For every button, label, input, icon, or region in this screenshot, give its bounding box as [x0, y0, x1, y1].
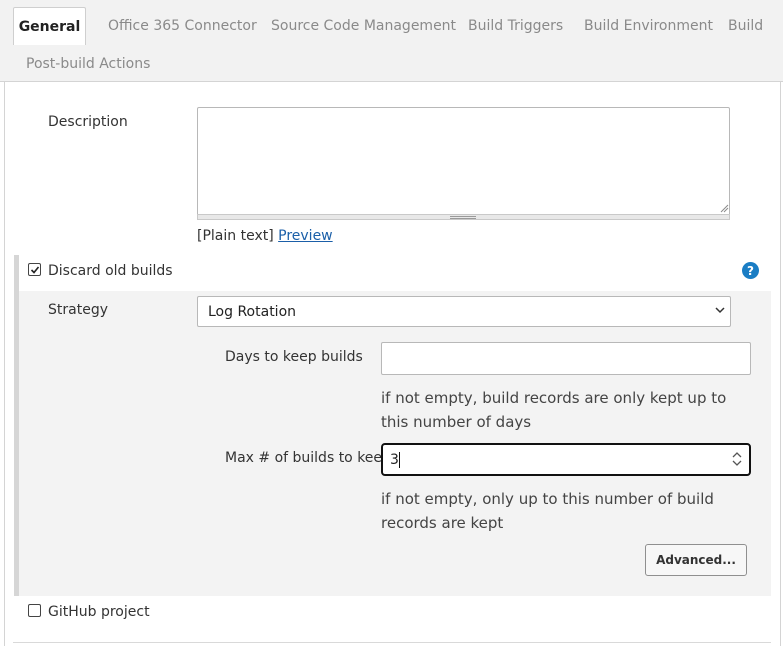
page-border-left: [4, 82, 5, 646]
tab-office-365-connector[interactable]: Office 365 Connector: [108, 17, 257, 35]
resize-corner-icon[interactable]: [719, 203, 729, 213]
github-project-label[interactable]: GitHub project: [48, 604, 150, 620]
question-circle-icon[interactable]: ?: [742, 262, 759, 279]
grip-icon: [450, 216, 476, 219]
strategy-select[interactable]: Log Rotation: [197, 296, 731, 327]
description-textarea[interactable]: [197, 107, 730, 219]
strategy-label: Strategy: [48, 302, 108, 318]
checkmark-icon: [30, 265, 39, 274]
tab-build[interactable]: Build: [728, 17, 763, 35]
tab-build-environment[interactable]: Build Environment: [584, 17, 713, 35]
spinner-arrows-icon[interactable]: [731, 449, 743, 469]
days-to-keep-hint: if not empty, build records are only kep…: [381, 389, 727, 431]
chevron-down-icon: [715, 307, 725, 314]
page-border-right: [780, 82, 781, 646]
max-builds-label: Max # of builds to keep: [225, 450, 391, 466]
discard-old-builds-label[interactable]: Discard old builds: [48, 263, 173, 279]
tab-general[interactable]: General: [13, 7, 86, 45]
description-label: Description: [48, 114, 128, 130]
days-to-keep-input[interactable]: [381, 342, 751, 375]
description-format: [Plain text] Preview: [197, 228, 333, 244]
max-builds-value: 3: [390, 451, 399, 468]
plain-text-label: [Plain text]: [197, 228, 274, 244]
tab-post-build-actions[interactable]: Post-build Actions: [26, 55, 150, 73]
days-to-keep-label: Days to keep builds: [225, 349, 363, 365]
max-builds-input[interactable]: 3: [381, 443, 751, 476]
preview-link[interactable]: Preview: [278, 228, 333, 244]
github-project-checkbox[interactable]: [28, 604, 41, 617]
discard-old-builds-checkbox[interactable]: [28, 263, 41, 276]
strategy-selected-value: Log Rotation: [208, 303, 297, 320]
text-cursor: [398, 451, 400, 468]
advanced-button[interactable]: Advanced...: [645, 544, 747, 576]
section-divider: [13, 642, 771, 643]
tab-source-code-management[interactable]: Source Code Management: [271, 17, 456, 35]
tab-build-triggers[interactable]: Build Triggers: [468, 17, 563, 35]
max-builds-hint: if not empty, only up to this number of …: [381, 490, 714, 532]
